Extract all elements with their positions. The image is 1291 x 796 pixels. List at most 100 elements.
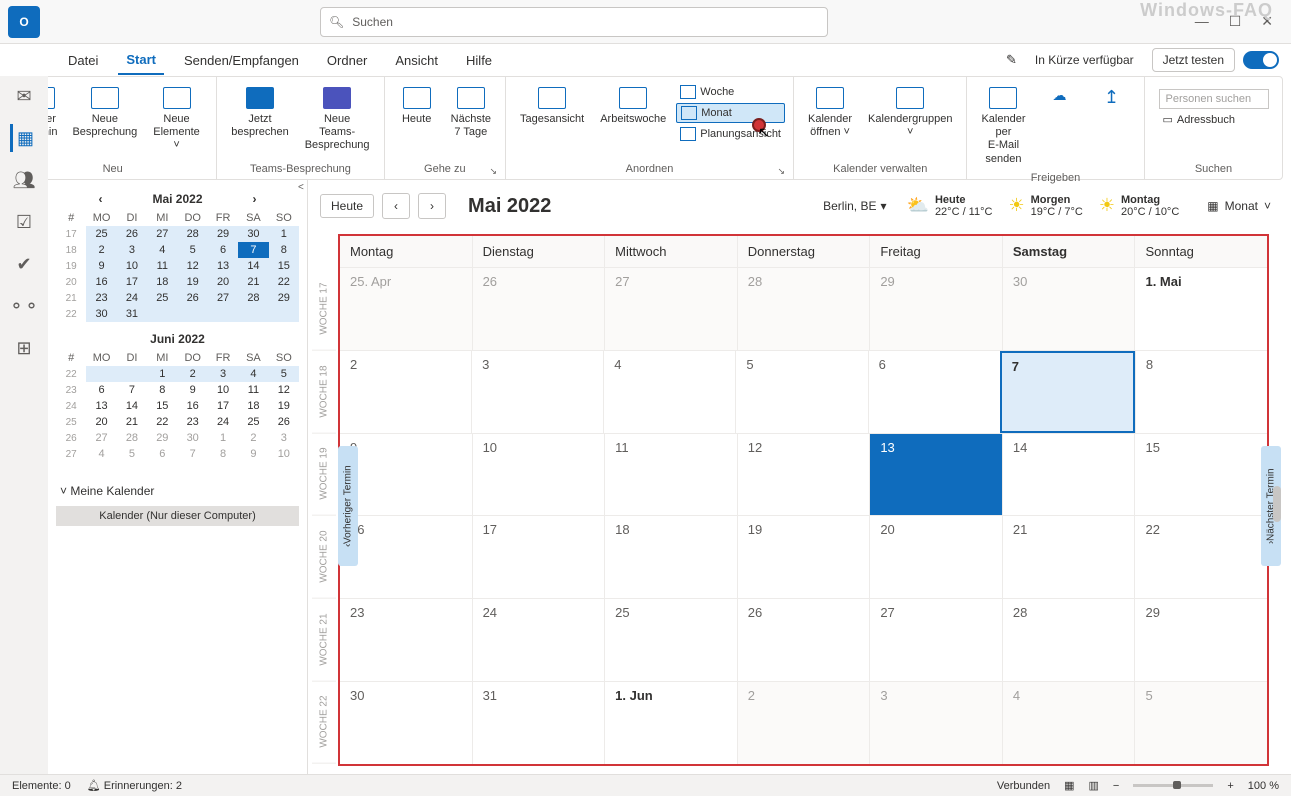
mini-cal-day[interactable]: 4 bbox=[238, 366, 268, 382]
location-dropdown[interactable]: Berlin, BE ▾ bbox=[823, 199, 886, 213]
ribbon-neue-besprechung[interactable]: NeueBesprechung bbox=[69, 83, 141, 143]
calendar-cell[interactable]: 22 bbox=[1134, 516, 1267, 598]
rail-tasks-icon[interactable]: ☑ bbox=[10, 208, 38, 236]
zoom-slider[interactable] bbox=[1133, 784, 1213, 787]
mini-cal-day[interactable]: 27 bbox=[147, 226, 177, 242]
mini-cal-day[interactable]: 23 bbox=[178, 414, 208, 430]
mini-cal-day[interactable]: 28 bbox=[117, 430, 147, 446]
mini-cal-day[interactable]: 24 bbox=[117, 290, 147, 306]
mini-cal-day[interactable] bbox=[86, 366, 116, 382]
mini-cal-day[interactable]: 31 bbox=[117, 306, 147, 322]
mini-prev-button[interactable]: ‹ bbox=[98, 192, 102, 206]
calendar-cell[interactable]: 28 bbox=[737, 268, 870, 350]
tab-hilfe[interactable]: Hilfe bbox=[458, 47, 500, 74]
calendar-cell[interactable]: 4 bbox=[603, 351, 735, 433]
calendar-cell[interactable]: 18 bbox=[604, 516, 737, 598]
search-input[interactable]: 🔍︎ Suchen bbox=[320, 7, 828, 37]
mini-cal-day[interactable]: 29 bbox=[147, 430, 177, 446]
mini-cal-day[interactable]: 27 bbox=[86, 430, 116, 446]
mini-cal-day[interactable]: 18 bbox=[147, 274, 177, 290]
calendar-cell[interactable]: 4 bbox=[1002, 682, 1135, 764]
ribbon-kalender-per-e-mail-[interactable]: Kalender perE-Mail senden bbox=[975, 83, 1031, 170]
view-woche[interactable]: Woche bbox=[676, 83, 785, 101]
calendar-cell[interactable]: 2 bbox=[737, 682, 870, 764]
rail-todo-icon[interactable]: ✔ bbox=[10, 250, 38, 278]
mini-cal-day[interactable]: 28 bbox=[238, 290, 268, 306]
vertical-scrollbar[interactable] bbox=[1271, 236, 1281, 764]
mini-cal-day[interactable]: 22 bbox=[147, 414, 177, 430]
calendar-cell[interactable]: 8 bbox=[1135, 351, 1267, 433]
try-now-toggle[interactable] bbox=[1243, 51, 1279, 69]
calendar-cell[interactable]: 12 bbox=[737, 434, 870, 516]
mini-cal-day[interactable]: 19 bbox=[269, 398, 299, 414]
mini-cal-day[interactable]: 30 bbox=[178, 430, 208, 446]
tab-datei[interactable]: Datei bbox=[60, 47, 106, 74]
mini-cal-day[interactable]: 9 bbox=[86, 258, 116, 274]
zoom-out-button[interactable]: − bbox=[1113, 780, 1119, 792]
people-search-input[interactable]: Personen suchen bbox=[1159, 89, 1269, 109]
tab-ordner[interactable]: Ordner bbox=[319, 47, 375, 74]
calendar-cell[interactable]: 25 bbox=[604, 599, 737, 681]
mini-cal-day[interactable]: 21 bbox=[238, 274, 268, 290]
addressbook-button[interactable]: ▭ Adressbuch bbox=[1159, 111, 1269, 128]
calendar-cell[interactable]: 30 bbox=[1002, 268, 1135, 350]
mini-cal-day[interactable]: 3 bbox=[208, 366, 238, 382]
calendar-cell[interactable]: 30 bbox=[340, 682, 472, 764]
mini-cal-day[interactable] bbox=[147, 306, 177, 322]
mini-cal-day[interactable]: 26 bbox=[117, 226, 147, 242]
rail-org-icon[interactable]: ⚬⚬ bbox=[10, 292, 38, 320]
scroll-thumb[interactable] bbox=[1273, 486, 1281, 522]
calendar-cell[interactable]: 24 bbox=[472, 599, 605, 681]
ribbon-kalender--ffnen--[interactable]: Kalenderöffnen ˅ bbox=[802, 83, 858, 143]
today-button[interactable]: Heute bbox=[320, 194, 374, 218]
calendar-cell[interactable]: 19 bbox=[737, 516, 870, 598]
mini-cal-day[interactable]: 14 bbox=[238, 258, 268, 274]
mini-cal-day[interactable]: 19 bbox=[178, 274, 208, 290]
previous-appointment-tab[interactable]: ‹ Vorheriger Termin bbox=[338, 446, 358, 566]
mini-cal-day[interactable] bbox=[269, 306, 299, 322]
calendar-cell[interactable]: 11 bbox=[604, 434, 737, 516]
mini-cal-day[interactable]: 7 bbox=[238, 242, 268, 258]
calendar-cell[interactable]: 17 bbox=[472, 516, 605, 598]
mini-cal-day[interactable]: 9 bbox=[178, 382, 208, 398]
rail-mail-icon[interactable]: ✉ bbox=[10, 82, 38, 110]
mini-cal-day[interactable]: 8 bbox=[269, 242, 299, 258]
mini-cal-day[interactable]: 22 bbox=[269, 274, 299, 290]
calendar-cell[interactable]: 9 bbox=[340, 434, 472, 516]
mini-cal-day[interactable]: 1 bbox=[208, 430, 238, 446]
mini-cal-day[interactable]: 10 bbox=[117, 258, 147, 274]
mini-cal-day[interactable]: 13 bbox=[86, 398, 116, 414]
prev-period-button[interactable]: ‹ bbox=[382, 193, 410, 219]
mini-cal-day[interactable]: 28 bbox=[178, 226, 208, 242]
mini-cal-day[interactable]: 6 bbox=[86, 382, 116, 398]
calendar-cell[interactable]: 2 bbox=[340, 351, 471, 433]
mini-cal-day[interactable] bbox=[178, 306, 208, 322]
calendar-cell[interactable]: 25. Apr bbox=[340, 268, 472, 350]
mini-cal-day[interactable]: 5 bbox=[117, 446, 147, 462]
calendar-cell[interactable]: 16 bbox=[340, 516, 472, 598]
my-calendars-header[interactable]: ˅ Meine Kalender bbox=[56, 480, 299, 502]
share-online-button[interactable]: ↥ bbox=[1088, 83, 1136, 113]
ribbon-arbeitswoche[interactable]: Arbeitswoche bbox=[594, 83, 672, 130]
mini-cal-day[interactable]: 8 bbox=[147, 382, 177, 398]
calendar-cell[interactable]: 27 bbox=[869, 599, 1002, 681]
calendar-selected-item[interactable]: Kalender (Nur dieser Computer) bbox=[56, 506, 299, 526]
calendar-cell[interactable]: 5 bbox=[735, 351, 867, 433]
mini-cal-day[interactable]: 21 bbox=[117, 414, 147, 430]
calendar-cell[interactable]: 20 bbox=[869, 516, 1002, 598]
mini-cal-day[interactable]: 10 bbox=[208, 382, 238, 398]
ribbon-neue-teams--besprech[interactable]: Neue Teams-Besprechung bbox=[299, 83, 376, 157]
mini-cal-day[interactable]: 24 bbox=[208, 414, 238, 430]
rail-apps-icon[interactable]: ⊞ bbox=[10, 334, 38, 362]
mini-cal-day[interactable]: 29 bbox=[269, 290, 299, 306]
mini-cal-day[interactable]: 12 bbox=[269, 382, 299, 398]
mini-cal-day[interactable]: 16 bbox=[86, 274, 116, 290]
tab-start[interactable]: Start bbox=[118, 46, 164, 75]
calendar-cell[interactable]: 29 bbox=[1134, 599, 1267, 681]
mini-cal-day[interactable]: 25 bbox=[86, 226, 116, 242]
calendar-cell[interactable]: 1. Jun bbox=[604, 682, 737, 764]
mini-cal-day[interactable]: 4 bbox=[86, 446, 116, 462]
calendar-cell[interactable]: 10 bbox=[472, 434, 605, 516]
mini-cal-day[interactable]: 6 bbox=[147, 446, 177, 462]
ribbon-n-chste---tage[interactable]: Nächste7 Tage bbox=[445, 83, 497, 143]
